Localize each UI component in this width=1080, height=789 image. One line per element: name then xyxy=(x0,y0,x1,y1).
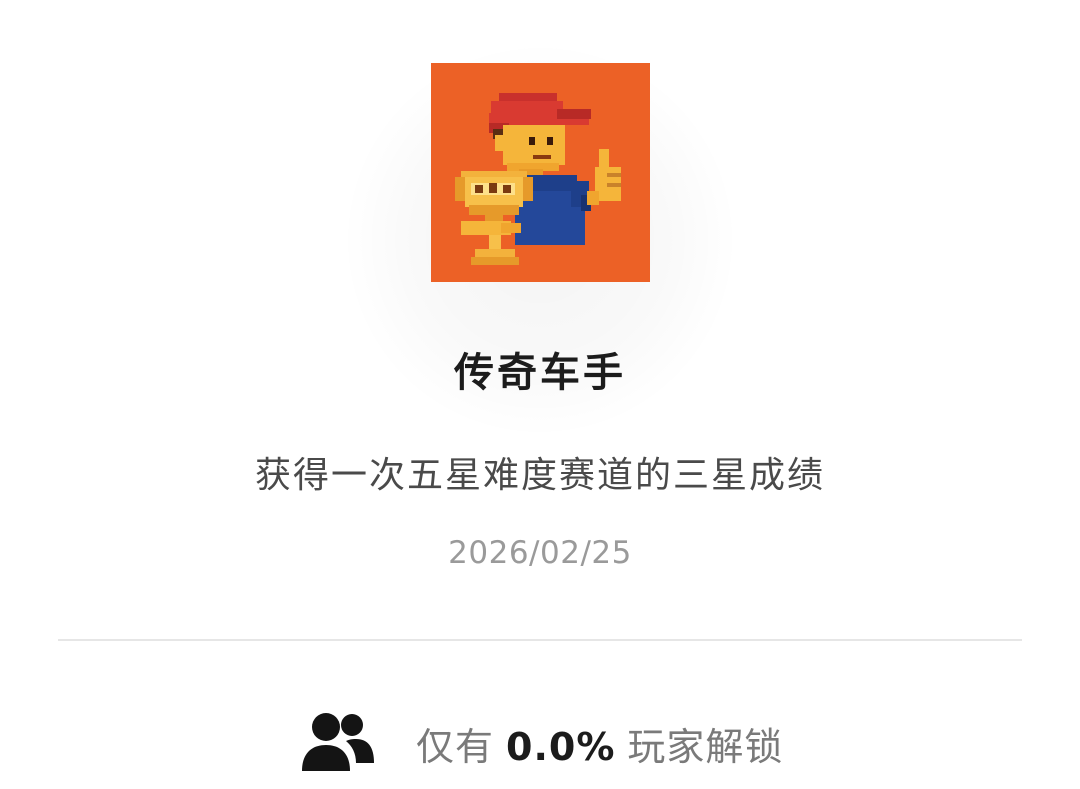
unlock-date: 2026/02/25 xyxy=(448,535,632,571)
unlock-rate-suffix: 玩家解锁 xyxy=(627,724,784,769)
achievement-badge xyxy=(431,63,650,282)
unlock-rate-text: 仅有 0.0% 玩家解锁 xyxy=(416,716,783,771)
achievement-detail: 传奇车手 获得一次五星难度赛道的三星成绩 2026/02/25 仅有 0.0% 玩家… xyxy=(0,0,1080,789)
achievement-description: 获得一次五星难度赛道的三星成绩 xyxy=(254,455,825,496)
unlock-stats: 仅有 0.0% 玩家解锁 xyxy=(300,708,783,778)
achievement-title: 传奇车手 xyxy=(454,350,626,396)
pixel-racer-trophy-icon xyxy=(455,93,621,265)
unlock-rate-percent: 0.0% xyxy=(506,724,616,769)
unlock-rate-prefix: 仅有 xyxy=(416,724,495,769)
users-icon xyxy=(302,713,374,771)
divider xyxy=(58,639,1022,641)
